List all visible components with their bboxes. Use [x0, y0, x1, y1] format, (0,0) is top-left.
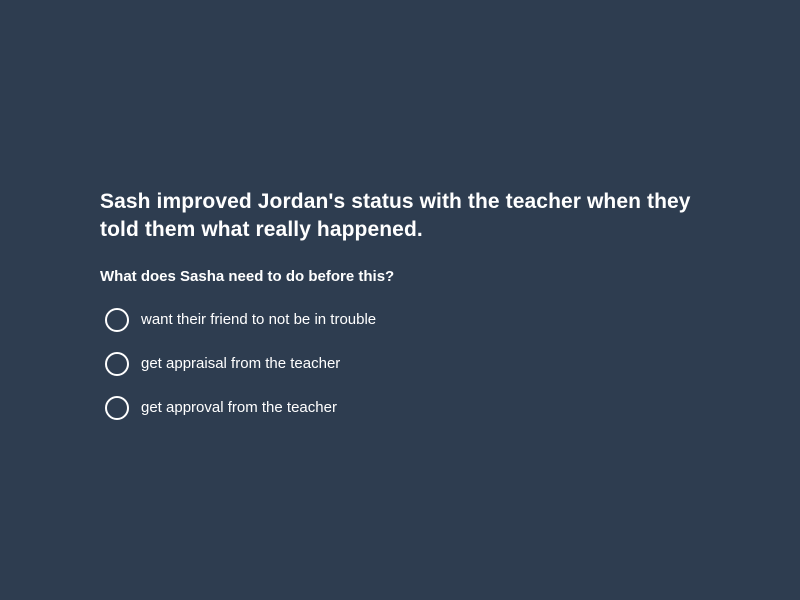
answer-option-2[interactable]: get appraisal from the teacher	[100, 342, 700, 386]
radio-button-icon[interactable]	[105, 352, 129, 376]
answer-option-label: want their friend to not be in trouble	[141, 311, 377, 328]
answer-options: want their friend to not be in trouble g…	[100, 298, 700, 430]
radio-button-icon[interactable]	[105, 396, 129, 420]
answer-option-label: get appraisal from the teacher	[141, 355, 341, 372]
page: Sash improved Jordan's status with the t…	[0, 0, 800, 600]
context-text: Sash improved Jordan's status with the t…	[100, 190, 691, 241]
question-card: Sash improved Jordan's status with the t…	[100, 188, 700, 430]
answer-option-1[interactable]: want their friend to not be in trouble	[100, 298, 700, 342]
answer-option-label: get approval from the teacher	[141, 399, 337, 416]
question-text: What does Sasha need to do before this?	[100, 268, 395, 285]
answer-option-3[interactable]: get approval from the teacher	[100, 386, 700, 430]
radio-button-icon[interactable]	[105, 308, 129, 332]
